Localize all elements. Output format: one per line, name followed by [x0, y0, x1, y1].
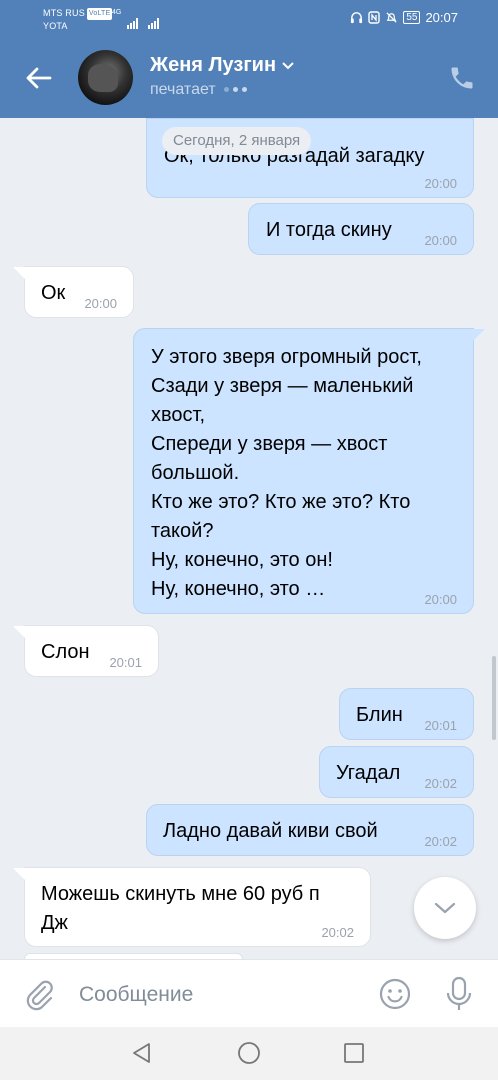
emoji-button[interactable] — [378, 977, 412, 1011]
date-separator: Сегодня, 2 января — [162, 127, 312, 155]
message-bubble-outgoing[interactable]: И тогда скину 20:00 — [248, 203, 474, 255]
paperclip-icon — [26, 980, 53, 1011]
message-time: 20:00 — [424, 592, 457, 607]
message-line: Спереди у зверя — хвост — [151, 433, 388, 455]
message-bubble-outgoing[interactable]: Угадал 20:02 — [319, 746, 474, 798]
message-time: 20:01 — [424, 718, 457, 733]
message-line: большой. — [151, 462, 240, 484]
message-text: Ок — [41, 282, 66, 304]
carrier-name-2: YOTA — [43, 21, 68, 31]
typing-label: печатает — [150, 81, 216, 98]
message-time: 20:01 — [109, 655, 142, 670]
message-line: Можешь скинуть мне 60 руб п — [41, 883, 320, 905]
message-text: Блин — [356, 704, 403, 726]
message-line: Сзади у зверя — маленький — [151, 375, 414, 397]
headphones-icon — [351, 12, 363, 24]
chat-header: Женя Лузгин печатает — [0, 38, 498, 118]
message-bubble-outgoing[interactable]: Ладно давай киви свой 20:02 — [146, 804, 474, 856]
volte-badge: VoLTE — [86, 8, 113, 20]
chevron-down-icon — [434, 902, 456, 914]
battery-icon: 55 — [403, 11, 421, 24]
message-text: Слон — [41, 641, 90, 663]
scroll-down-button[interactable] — [414, 877, 476, 939]
triangle-back-icon — [133, 1043, 150, 1063]
message-line: Кто же это? Кто же это? Кто — [151, 491, 411, 513]
network-type: 4G — [112, 9, 122, 16]
contact-name-button[interactable]: Женя Лузгин — [150, 54, 294, 77]
voice-message-button[interactable] — [442, 975, 476, 1013]
message-text: Ладно давай киви свой — [163, 820, 378, 842]
system-nav-bar — [0, 1027, 498, 1080]
message-text: И тогда скину — [266, 219, 392, 241]
nav-recents-button[interactable] — [342, 1041, 366, 1065]
message-line: Дж — [41, 912, 68, 934]
message-line: хвост, — [151, 404, 206, 426]
circle-home-icon — [238, 1042, 260, 1064]
carrier-info: MTS RUS VoLTE YOTA — [43, 7, 113, 32]
status-bar: MTS RUS VoLTE YOTA 4G 55 20:07 — [0, 0, 498, 38]
message-bubble-outgoing[interactable]: Блин 20:01 — [339, 688, 474, 740]
smile-icon — [379, 978, 411, 1010]
message-text: Можешь скинуть мне 60 руб п Дж — [41, 880, 320, 938]
message-bubble-incoming[interactable]: Слон 20:01 — [13, 625, 159, 677]
message-time: 20:00 — [424, 233, 457, 248]
message-time: 20:00 — [424, 176, 457, 191]
signal-icon-2 — [148, 11, 160, 29]
message-text: У этого зверя огромный рост, Сзади у зве… — [151, 343, 422, 604]
message-line: Ну, конечно, это … — [151, 578, 326, 600]
message-line: такой? — [151, 520, 214, 542]
arrow-left-icon — [26, 67, 52, 89]
carrier-name-1: MTS RUS — [43, 8, 85, 18]
typing-status: печатает — [150, 81, 251, 99]
nav-back-button[interactable] — [130, 1041, 154, 1065]
message-line: Ну, конечно, это он! — [151, 549, 333, 571]
attach-button[interactable] — [22, 977, 56, 1011]
call-button[interactable] — [448, 64, 478, 94]
message-text: Угадал — [336, 762, 401, 784]
message-time: 20:00 — [84, 296, 117, 311]
square-recents-icon — [344, 1043, 364, 1063]
nfc-icon — [368, 11, 381, 24]
message-bubble-incoming[interactable]: Можешь скинуть мне 60 руб п Дж 20:02 — [13, 867, 371, 947]
message-composer — [0, 959, 498, 1027]
message-bubble-incoming[interactable]: Ок 20:00 — [13, 266, 134, 318]
message-time: 20:02 — [321, 925, 354, 940]
scrollbar[interactable] — [492, 656, 496, 740]
chevron-down-icon — [282, 61, 294, 69]
message-bubble-outgoing[interactable]: У этого зверя огромный рост, Сзади у зве… — [133, 328, 485, 614]
back-button[interactable] — [20, 60, 56, 96]
message-time: 20:02 — [424, 776, 457, 791]
clock: 20:07 — [425, 10, 458, 25]
nav-home-button[interactable] — [237, 1041, 261, 1065]
signal-icon: 4G — [112, 9, 139, 29]
mute-icon — [386, 12, 397, 23]
message-line: У этого зверя огромный рост, — [151, 346, 422, 368]
contact-name: Женя Лузгин — [150, 54, 277, 76]
avatar[interactable] — [78, 50, 133, 105]
microphone-icon — [446, 976, 472, 1010]
phone-icon — [451, 67, 473, 89]
message-input[interactable] — [79, 980, 359, 1010]
typing-dots-icon — [223, 81, 251, 99]
status-icons: 55 20:07 — [350, 10, 458, 25]
message-time: 20:02 — [424, 834, 457, 849]
